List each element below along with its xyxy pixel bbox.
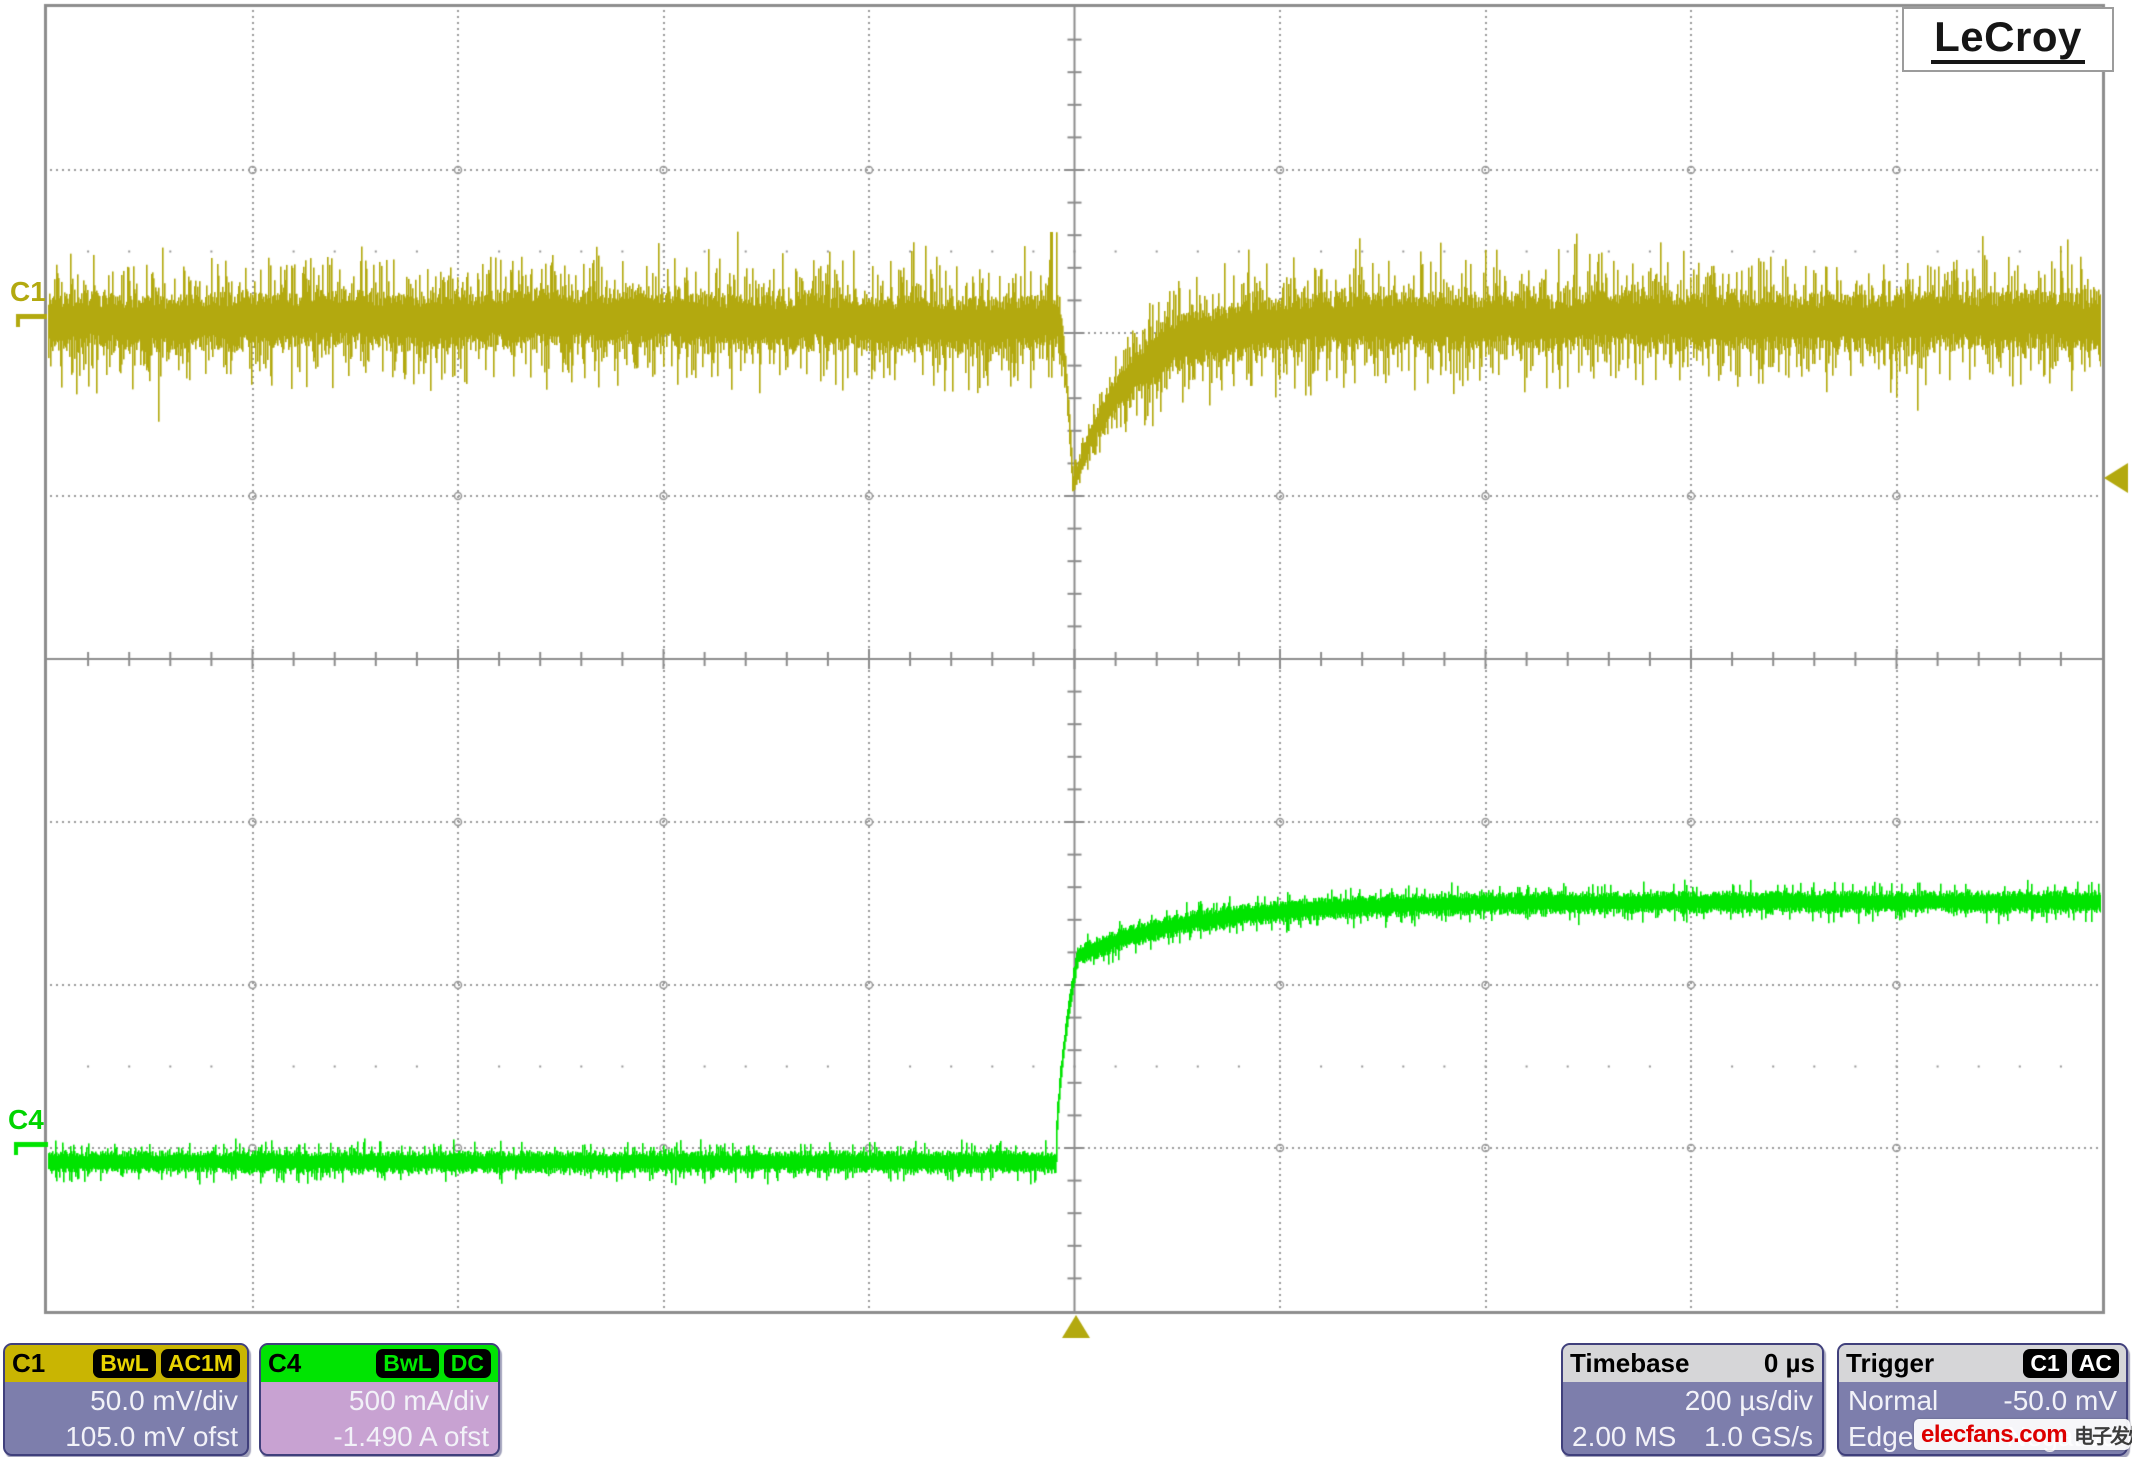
c4-box-title: C4: [268, 1348, 301, 1379]
trigger-badges: C1 AC: [2023, 1349, 2119, 1378]
channel-c4-descriptor-box[interactable]: C4 BwL DC 500 mA/div -1.490 A ofst: [259, 1343, 500, 1456]
scope-display-graticule: [0, 0, 2132, 1457]
c4-box-body: 500 mA/div -1.490 A ofst: [261, 1382, 498, 1456]
c1-box-header: C1 BwL AC1M: [5, 1345, 247, 1382]
trigger-mode: Normal: [1848, 1385, 1938, 1417]
c4-trace-label: C4: [8, 1106, 44, 1134]
timebase-box-header: Timebase 0 µs: [1563, 1345, 1822, 1382]
trigger-mode-row: Normal -50.0 mV: [1839, 1383, 2126, 1419]
trigger-source-badge[interactable]: C1: [2023, 1349, 2066, 1378]
timebase-sampling-row: 2.00 MS 1.0 GS/s: [1563, 1419, 1822, 1455]
lecroy-logo: LeCroy: [1902, 7, 2114, 72]
c1-coupling-badge[interactable]: AC1M: [161, 1349, 240, 1378]
timebase-record-length: 2.00 MS: [1572, 1421, 1676, 1453]
timebase-time-per-div: 200 µs/div: [1563, 1383, 1822, 1419]
c4-coupling-badge[interactable]: DC: [444, 1349, 491, 1378]
c4-badges: BwL DC: [376, 1349, 491, 1378]
watermark: elecfans.com 电子发烧友: [1914, 1419, 2130, 1450]
watermark-chinese-text: 电子发烧友: [2074, 1420, 2132, 1449]
c4-offset: -1.490 A ofst: [261, 1419, 498, 1455]
timebase-box-title: Timebase: [1570, 1348, 1689, 1379]
c1-bandwidth-limit-badge[interactable]: BwL: [93, 1349, 156, 1378]
watermark-site-text: elecfans.com: [1921, 1421, 2067, 1449]
c1-box-title: C1: [12, 1348, 45, 1379]
channel-c1-descriptor-box[interactable]: C1 BwL AC1M 50.0 mV/div 105.0 mV ofst: [3, 1343, 249, 1456]
timebase-box-body: 200 µs/div 2.00 MS 1.0 GS/s: [1563, 1382, 1822, 1456]
timebase-descriptor-box[interactable]: Timebase 0 µs 200 µs/div 2.00 MS 1.0 GS/…: [1561, 1343, 1824, 1456]
c4-amps-per-div: 500 mA/div: [261, 1383, 498, 1419]
c1-box-body: 50.0 mV/div 105.0 mV ofst: [5, 1382, 247, 1456]
trigger-level: -50.0 mV: [2003, 1385, 2117, 1417]
trigger-box-title: Trigger: [1846, 1348, 1934, 1379]
c1-trace-label: C1: [10, 278, 46, 306]
oscilloscope-screen: C1 C4 LeCroy C1 BwL AC1M 50.0 mV/div 105…: [0, 0, 2132, 1457]
c1-offset: 105.0 mV ofst: [5, 1419, 247, 1455]
trigger-type: Edge: [1848, 1421, 1913, 1453]
c1-volts-per-div: 50.0 mV/div: [5, 1383, 247, 1419]
trigger-box-header: Trigger C1 AC: [1839, 1345, 2126, 1382]
c1-badges: BwL AC1M: [93, 1349, 240, 1378]
lecroy-logo-text: LeCroy: [1931, 15, 2085, 64]
timebase-delay-value: 0 µs: [1764, 1348, 1815, 1379]
c4-bandwidth-limit-badge[interactable]: BwL: [376, 1349, 439, 1378]
trigger-coupling-badge[interactable]: AC: [2072, 1349, 2119, 1378]
timebase-sample-rate: 1.0 GS/s: [1704, 1421, 1813, 1453]
c4-box-header: C4 BwL DC: [261, 1345, 498, 1382]
